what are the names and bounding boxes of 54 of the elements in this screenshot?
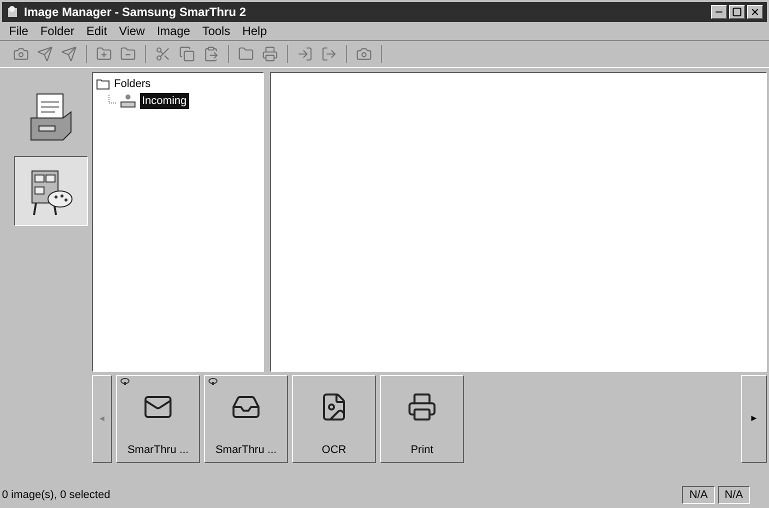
toolbar-icon <box>61 46 77 62</box>
toolbar-icon <box>321 46 337 62</box>
status-panel: N/A <box>682 486 715 504</box>
file-tray-icon <box>29 92 73 142</box>
module-button[interactable]: Print <box>380 375 464 463</box>
menu-item[interactable]: File <box>4 22 34 40</box>
toolbar-button[interactable] <box>261 45 279 63</box>
toolbar-icon <box>238 46 254 62</box>
toolbar-button[interactable] <box>355 45 373 63</box>
window-title: Image Manager - Samsung SmarThru 2 <box>24 4 246 21</box>
toolbar-button[interactable] <box>119 45 137 63</box>
menu-item[interactable]: Edit <box>81 22 112 40</box>
maximize-icon <box>732 7 742 17</box>
tree-item[interactable]: Folders <box>114 76 151 92</box>
menu-item[interactable]: View <box>114 22 150 40</box>
toolbar-icon <box>120 46 136 62</box>
sidebar-item[interactable] <box>14 156 88 226</box>
menu-item[interactable]: Help <box>237 22 272 40</box>
status-panel: N/A <box>718 486 750 504</box>
printer-icon <box>407 392 437 422</box>
toolbar-icon <box>356 46 372 62</box>
menu-item[interactable]: Tools <box>197 22 236 40</box>
toolbar-button[interactable] <box>95 45 113 63</box>
close-icon <box>750 7 760 17</box>
close-button[interactable] <box>747 5 763 19</box>
toolbar-button[interactable] <box>12 45 30 63</box>
toolbar-icon <box>297 46 313 62</box>
app-icon <box>6 5 20 19</box>
toolbar-button[interactable] <box>237 45 255 63</box>
toolbar-button[interactable] <box>36 45 54 63</box>
toolbar-icon <box>155 46 171 62</box>
inbox-tray-icon <box>120 94 136 108</box>
toolbar-button[interactable] <box>202 45 220 63</box>
toolbar-icon <box>179 46 195 62</box>
minimize-button[interactable] <box>711 5 727 19</box>
toolbar-icon <box>203 46 219 62</box>
toolbar-icon <box>37 46 53 62</box>
maximize-button[interactable] <box>729 5 745 19</box>
status-text: 0 image(s), 0 selected <box>2 488 112 503</box>
scroll-right-button[interactable]: ► <box>741 375 767 463</box>
menu-item[interactable]: Folder <box>35 22 80 40</box>
toolbar-button[interactable] <box>178 45 196 63</box>
toolbar-button[interactable] <box>60 45 78 63</box>
toolbar-icon <box>13 46 29 62</box>
module-button[interactable]: SmarThru ... <box>116 375 200 463</box>
menu-item[interactable]: Image <box>152 22 196 40</box>
toolbar-button[interactable] <box>320 45 338 63</box>
toolbar-button[interactable] <box>296 45 314 63</box>
toolbar-button[interactable] <box>154 45 172 63</box>
module-button[interactable]: SmarThru ... <box>204 375 288 463</box>
toolbar-icon <box>96 46 112 62</box>
tree-item[interactable]: Incoming <box>140 92 189 109</box>
module-button[interactable]: OCR <box>292 375 376 463</box>
toolbar-icon <box>262 46 278 62</box>
